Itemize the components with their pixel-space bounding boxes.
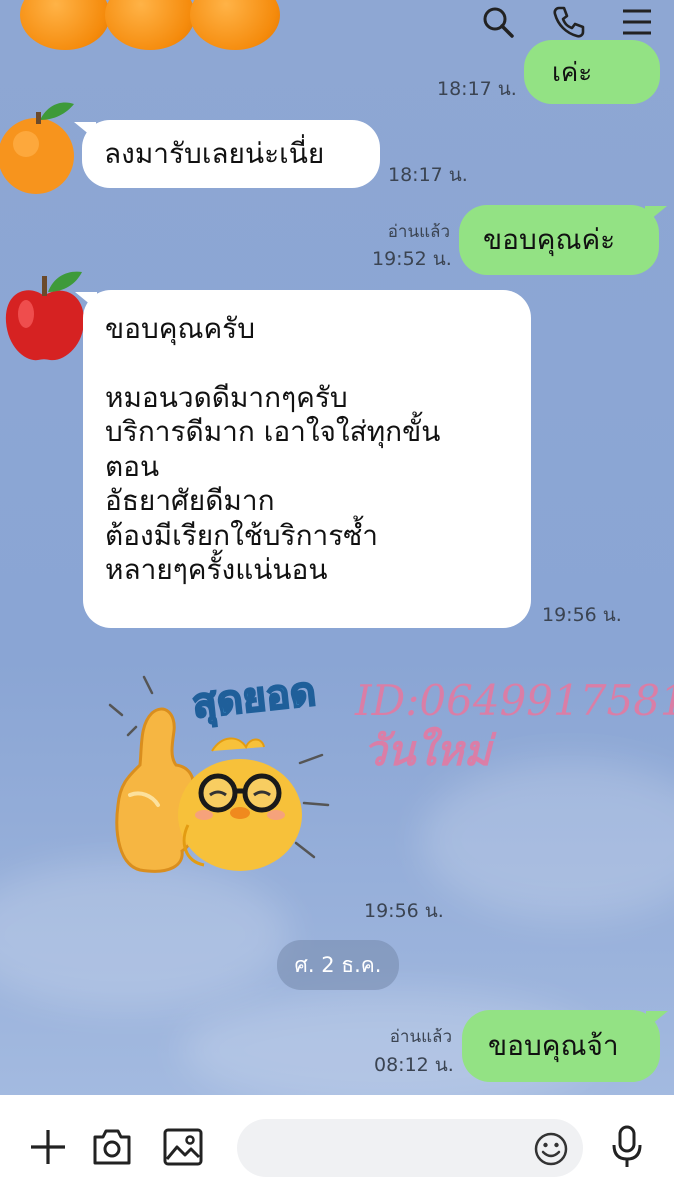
message-input-bar <box>0 1095 674 1200</box>
date-separator: ศ. 2 ธ.ค. <box>277 940 399 990</box>
image-icon[interactable] <box>162 1127 204 1171</box>
camera-icon[interactable] <box>91 1127 133 1171</box>
sticker-caption: สุดยอด <box>189 668 319 729</box>
header-profile-images[interactable] <box>20 0 290 52</box>
emoji-icon[interactable] <box>533 1131 569 1171</box>
message-time: 19:56 น. <box>364 900 444 922</box>
message-time: 18:17 น. <box>388 164 468 186</box>
header-actions <box>480 2 654 42</box>
plus-icon[interactable] <box>28 1127 68 1171</box>
background-cloud <box>420 760 674 920</box>
orange-avatar-icon <box>190 0 280 50</box>
message-text-field[interactable] <box>237 1119 583 1177</box>
watermark-name: วันใหม่ <box>363 725 492 775</box>
watermark-text: ID:0649917581 วันใหม่ <box>355 676 674 775</box>
message-bubble-incoming[interactable]: ขอบคุณครับ หมอนวดดีมากๆครับ บริการดีมาก … <box>83 290 531 628</box>
message-bubble-incoming[interactable]: ลงมารับเลยน่ะเนี่ย <box>82 120 380 188</box>
message-time: 19:56 น. <box>542 604 622 626</box>
menu-icon[interactable] <box>620 5 654 39</box>
message-time: 18:17 น. <box>437 78 517 100</box>
message-text: ลงมารับเลยน่ะเนี่ย <box>104 137 325 170</box>
background-cloud <box>0 860 290 1010</box>
read-receipt: อ่านแล้ว <box>389 1027 452 1047</box>
phone-call-icon[interactable] <box>550 4 586 40</box>
message-bubble-outgoing[interactable]: ขอบคุณจ้า <box>462 1010 660 1082</box>
message-text: ขอบคุณค่ะ <box>483 223 616 256</box>
orange-avatar-icon <box>105 0 195 50</box>
search-icon[interactable] <box>480 4 516 40</box>
message-bubble-outgoing[interactable]: เค่ะ <box>524 40 660 104</box>
watermark-id: ID:0649917581 <box>355 676 674 725</box>
sticker-message[interactable]: สุดยอด <box>100 665 340 880</box>
message-text: ขอบคุณครับ หมอนวดดีมากๆครับ บริการดีมาก … <box>105 312 441 587</box>
microphone-icon[interactable] <box>610 1125 644 1173</box>
orange-avatar-icon <box>20 0 110 50</box>
message-bubble-outgoing[interactable]: ขอบคุณค่ะ <box>459 205 659 275</box>
message-text: เค่ะ <box>552 58 593 88</box>
orange-avatar-icon[interactable] <box>0 98 80 194</box>
message-text: ขอบคุณจ้า <box>488 1029 619 1062</box>
read-receipt: อ่านแล้ว <box>387 222 450 242</box>
chat-area[interactable]: เค่ะ 18:17 น. ลงมารับเลยน่ะเนี่ย 18:17 น… <box>0 0 674 1095</box>
message-time: 08:12 น. <box>374 1054 454 1076</box>
apple-avatar-icon[interactable] <box>2 262 84 361</box>
message-time: 19:52 น. <box>372 248 452 270</box>
